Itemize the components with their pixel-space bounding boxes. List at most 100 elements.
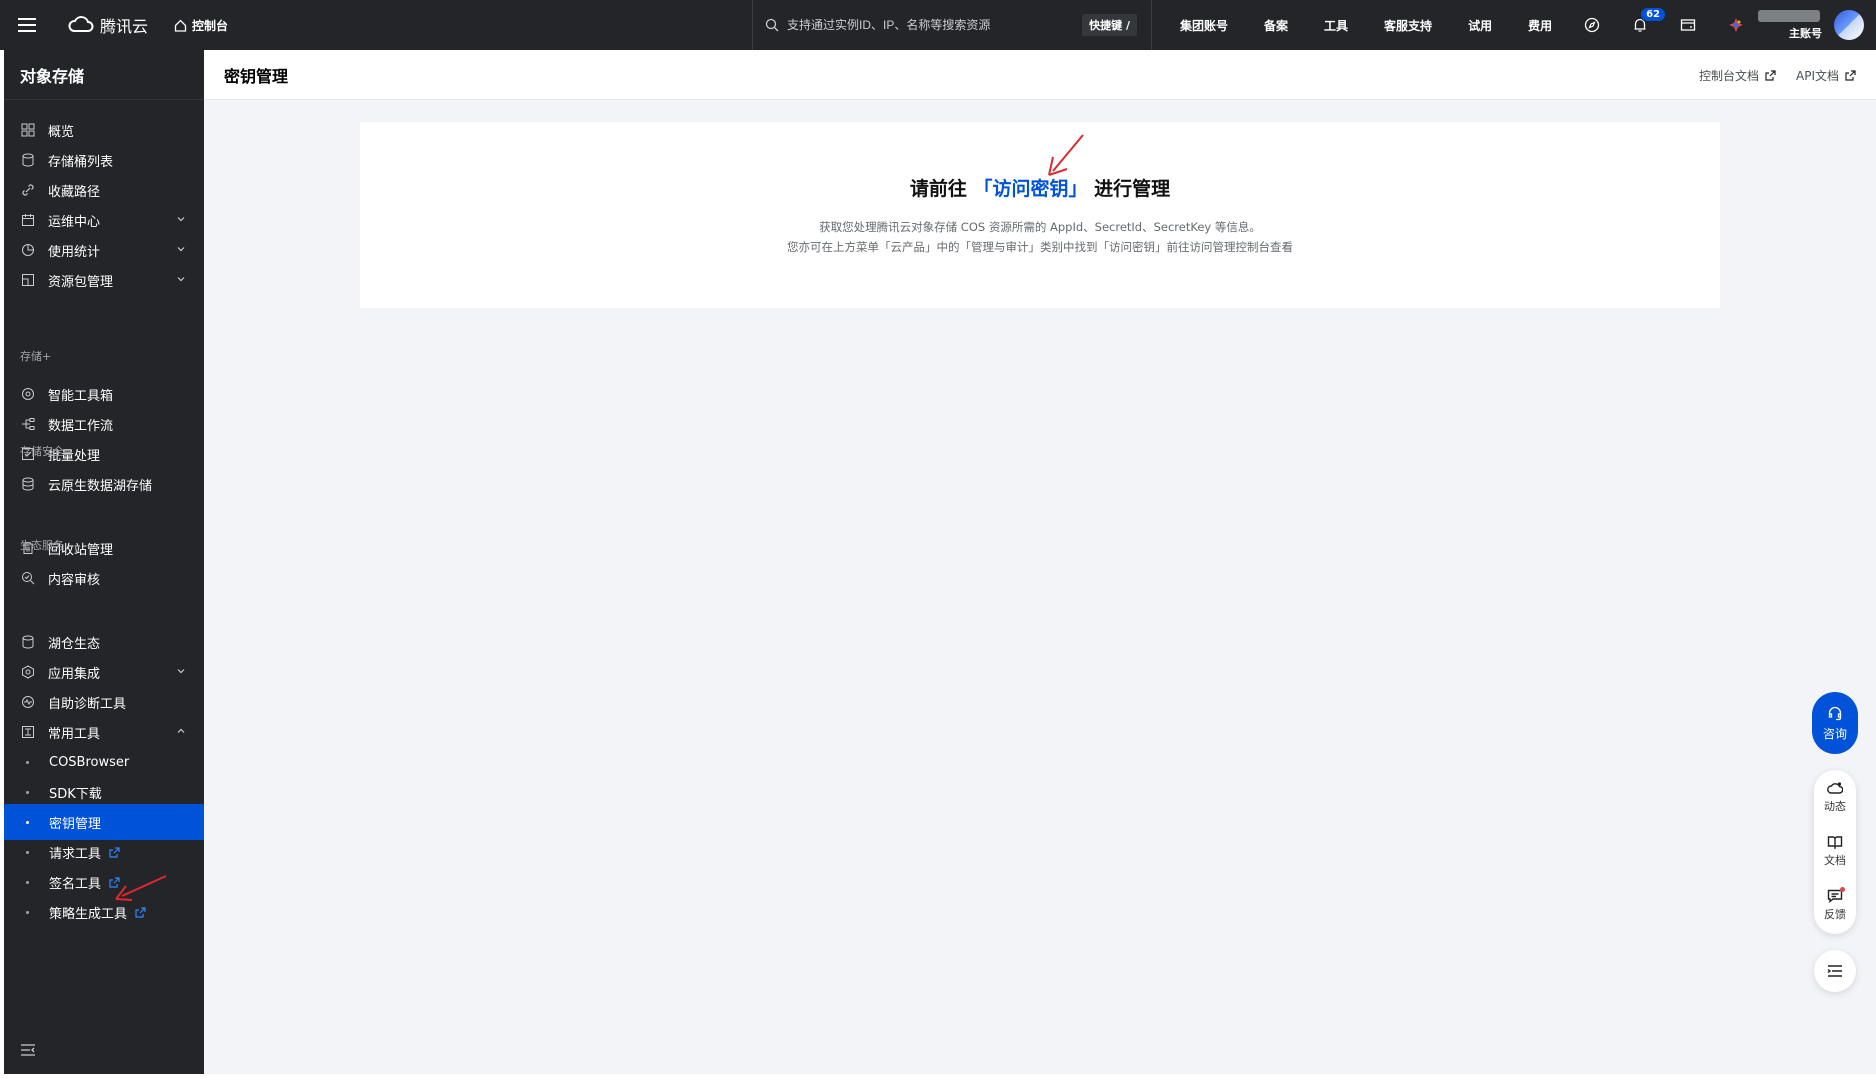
console-docs-link[interactable]: 控制台文档 [1699, 67, 1776, 84]
sidebar-item-label: 常用工具 [48, 726, 101, 742]
datalake-icon [20, 476, 36, 492]
chevron-down-icon [177, 247, 185, 252]
group-storage-security: 存储安全 [20, 445, 64, 458]
external-link-icon [1845, 70, 1856, 81]
bullet-dot [26, 790, 29, 794]
sidebar-item-content-audit[interactable]: 内容审核 [4, 560, 204, 596]
chevron-down-icon [177, 277, 185, 282]
doc-links: 控制台文档 API文档 [1699, 67, 1856, 84]
floating-panel: 动态 文档 反馈 [1814, 770, 1856, 934]
external-link-icon [135, 906, 146, 918]
notification-bell-icon[interactable]: 62 [1630, 7, 1667, 35]
sidebar-item-label: 收藏路径 [48, 184, 101, 200]
search-input[interactable] [787, 18, 1067, 32]
sidebar: 对象存储 概览 存储桶列表 收藏路径 运维中心 使用统计 资源包管理 存储+ 智… [4, 50, 204, 1074]
annotation-arrow-icon [115, 875, 167, 901]
api-docs-link[interactable]: API文档 [1796, 67, 1856, 84]
sidebar-item-label: 自助诊断工具 [48, 696, 127, 712]
bullet-dot [26, 850, 29, 854]
account-menu[interactable]: 主账号 [1758, 10, 1822, 40]
page-title: 密钥管理 [224, 66, 289, 86]
cloud-update-icon [1827, 781, 1843, 794]
workflow-icon [20, 416, 36, 432]
access-key-guide-card: 请前往 「访问密钥」 进行管理 获取您处理腾讯云对象存储 COS 资源所需的 A… [360, 122, 1720, 308]
sidebar-subitem-label: 签名工具 [49, 876, 102, 892]
top-links: 集团账号 备案 工具 客服支持 试用 费用 62 [1160, 0, 1760, 50]
audit-icon [20, 570, 36, 586]
global-search[interactable]: 快捷键 / [752, 0, 1152, 50]
sidebar-item-data-lake-storage[interactable]: 云原生数据湖存储 [4, 466, 204, 502]
search-icon [765, 18, 779, 32]
sidebar-item-label: 智能工具箱 [48, 388, 114, 404]
tools-link[interactable]: 工具 [1324, 17, 1348, 34]
sidebar-item-label: 概览 [48, 124, 75, 140]
external-link-icon [1765, 70, 1776, 81]
headline-suffix: 进行管理 [1094, 178, 1171, 200]
filing-link[interactable]: 备案 [1264, 17, 1288, 34]
bullet-dot [26, 820, 29, 824]
pie-chart-icon [20, 242, 36, 258]
sidebar-item-label: 内容审核 [48, 572, 101, 588]
page-outline-button[interactable] [1814, 950, 1856, 992]
updates-button[interactable]: 动态 [1814, 770, 1856, 824]
top-navigation-bar: 腾讯云 控制台 快捷键 / 集团账号 备案 工具 客服支持 试用 费用 62 主… [0, 0, 1876, 50]
updates-label: 动态 [1824, 799, 1846, 813]
trial-link[interactable]: 试用 [1468, 17, 1492, 34]
avatar[interactable] [1834, 10, 1864, 40]
headset-icon [1828, 706, 1842, 720]
docs-button[interactable]: 文档 [1814, 824, 1856, 878]
unread-dot [1840, 887, 1845, 892]
home-icon [174, 19, 187, 32]
description-line-2: 您亦可在上方菜单「云产品」中的「管理与审计」类别中找到「访问密钥」前往访问管理控… [787, 240, 1293, 254]
chevron-up-icon [177, 728, 185, 733]
feedback-label: 反馈 [1824, 907, 1846, 921]
sidebar-item-label: 存储桶列表 [48, 154, 114, 170]
console-home-link[interactable]: 控制台 [174, 17, 228, 34]
annotation-arrow-icon [1048, 134, 1084, 176]
package-icon [20, 272, 36, 288]
color-app-icon[interactable] [1726, 15, 1746, 35]
link-icon [20, 182, 36, 198]
collapse-sidebar-icon[interactable] [20, 1043, 36, 1057]
api-docs-label: API文档 [1796, 69, 1839, 83]
support-link[interactable]: 客服支持 [1384, 17, 1432, 34]
calendar-icon [20, 212, 36, 228]
sidebar-subitem-policy-generator[interactable]: 策略生成工具 [4, 894, 204, 930]
tools-icon [20, 724, 36, 740]
sidebar-item-package-mgmt[interactable]: 资源包管理 [4, 262, 204, 298]
diagnose-icon [20, 694, 36, 710]
compass-icon[interactable] [1582, 15, 1602, 35]
group-ecosystem: 生态服务 [20, 539, 64, 552]
group-account-link[interactable]: 集团账号 [1180, 17, 1228, 34]
docs-label: 文档 [1824, 853, 1846, 867]
chevron-down-icon [177, 217, 185, 222]
sidebar-item-label: 数据工作流 [48, 418, 114, 434]
feedback-button[interactable]: 反馈 [1814, 878, 1856, 932]
sidebar-subitem-label: COSBrowser [49, 754, 130, 770]
toolbox-icon [20, 386, 36, 402]
wallet-icon[interactable] [1678, 15, 1698, 35]
console-docs-label: 控制台文档 [1698, 69, 1759, 83]
tencent-cloud-logo[interactable]: 腾讯云 [68, 13, 148, 37]
bullet-dot [26, 880, 29, 884]
sidebar-item-label: 应用集成 [48, 666, 101, 682]
headline-prefix: 请前往 [909, 178, 967, 200]
billing-link[interactable]: 费用 [1528, 17, 1552, 34]
integration-icon [20, 664, 36, 680]
consult-button[interactable]: 咨询 [1812, 692, 1858, 754]
list-icon [1827, 965, 1842, 977]
brand-name: 腾讯云 [100, 17, 149, 36]
console-label: 控制台 [192, 18, 229, 33]
cloud-logo-icon [68, 16, 94, 32]
sidebar-item-label: 云原生数据湖存储 [48, 478, 153, 494]
group-storage-plus: 存储+ [20, 350, 52, 363]
guide-description: 获取您处理腾讯云对象存储 COS 资源所需的 AppId、SecretId、Se… [360, 217, 1720, 257]
notification-badge: 62 [1640, 7, 1667, 22]
hamburger-menu-button[interactable] [0, 0, 54, 50]
sidebar-subitem-label: 策略生成工具 [49, 906, 128, 922]
guide-headline: 请前往 「访问密钥」 进行管理 [360, 174, 1720, 201]
product-title: 对象存储 [4, 50, 204, 100]
access-key-link[interactable]: 「访问密钥」 [973, 178, 1087, 200]
shortcut-hint: 快捷键 / [1082, 14, 1137, 36]
sidebar-subitem-label: SDK下载 [49, 786, 102, 802]
